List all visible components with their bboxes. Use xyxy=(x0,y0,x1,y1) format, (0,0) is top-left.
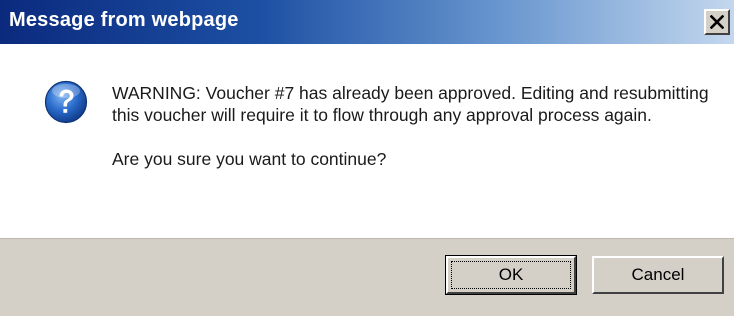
dialog-message: WARNING: Voucher #7 has already been app… xyxy=(112,82,712,170)
button-bar: OK Cancel xyxy=(0,238,734,316)
dialog-body: WARNING: Voucher #7 has already been app… xyxy=(0,44,734,238)
cancel-button-label: Cancel xyxy=(631,265,685,284)
ok-button[interactable]: OK xyxy=(445,255,577,295)
close-button[interactable] xyxy=(704,9,730,35)
warning-text: WARNING: Voucher #7 has already been app… xyxy=(112,83,709,125)
message-dialog: Message from webpage WARNING: Voucher #7… xyxy=(0,0,734,316)
cancel-button[interactable]: Cancel xyxy=(592,256,724,294)
confirm-question: Are you sure you want to continue? xyxy=(112,149,387,169)
title-bar[interactable]: Message from webpage xyxy=(0,0,734,44)
dialog-title: Message from webpage xyxy=(9,9,239,31)
close-icon xyxy=(710,15,724,29)
ok-button-label: OK xyxy=(498,265,524,284)
question-icon xyxy=(44,80,88,124)
